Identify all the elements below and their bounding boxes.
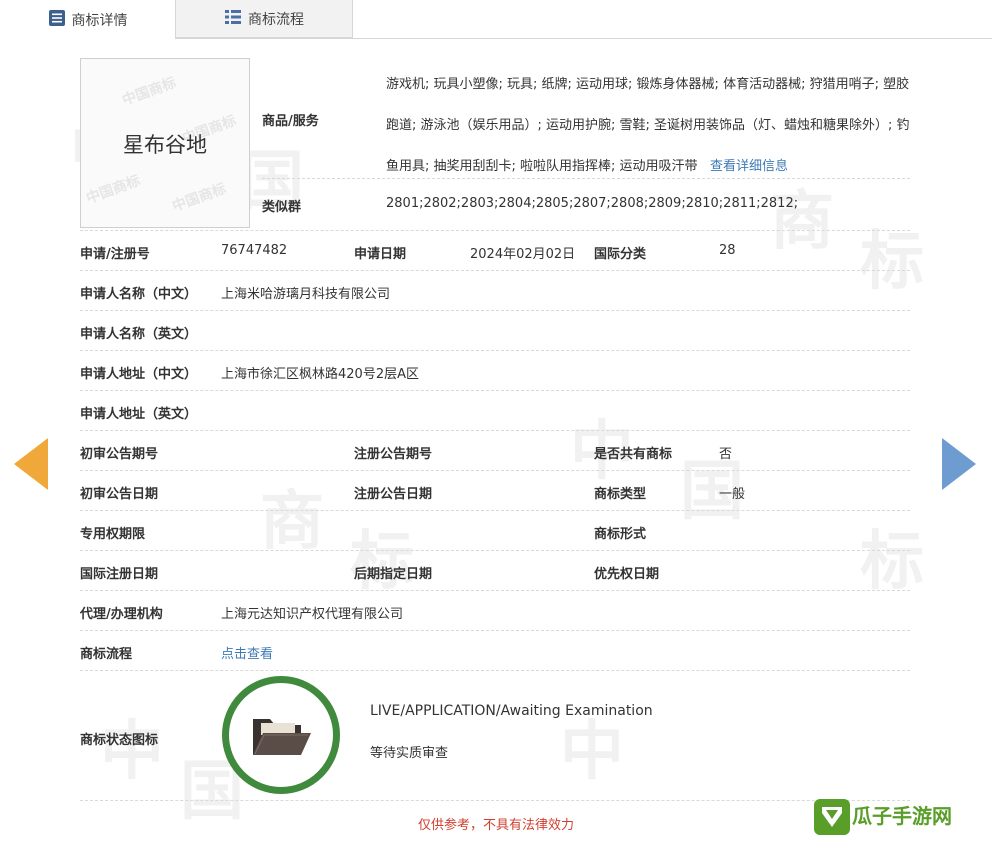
tab-bar: 商标详情 商标流程	[0, 0, 992, 39]
trademark-name: 星布谷地	[123, 133, 207, 157]
prelim-date-label: 初审公告日期	[80, 487, 159, 502]
list-icon	[48, 9, 66, 31]
agency-label: 代理/办理机构	[80, 607, 163, 622]
process-link[interactable]: 点击查看	[221, 643, 273, 662]
folder-icon	[251, 713, 313, 763]
divider	[80, 630, 910, 631]
tab-trademark-detail[interactable]: 商标详情	[0, 0, 176, 39]
prelim-no-label: 初审公告期号	[80, 447, 159, 462]
process-label: 商标流程	[80, 647, 133, 662]
reg-pub-date-label: 注册公告日期	[354, 487, 433, 502]
status-text-cn: 等待实质审查	[370, 746, 449, 761]
divider	[80, 470, 910, 471]
next-arrow-icon[interactable]	[942, 438, 976, 490]
divider	[80, 270, 910, 271]
tm-type-label: 商标类型	[594, 487, 647, 502]
image-watermark: 中国商标	[84, 172, 143, 208]
app-date-value: 2024年02月02日	[470, 247, 576, 262]
divider	[80, 590, 910, 591]
applicant-en-label: 申请人名称（英文）	[80, 327, 198, 342]
intl-reg-date-label: 国际注册日期	[80, 567, 159, 582]
reg-no-value: 76747482	[221, 243, 288, 258]
app-date-label: 申请日期	[354, 247, 407, 262]
intl-class-label: 国际分类	[594, 247, 647, 262]
tab-trademark-process[interactable]: 商标流程	[176, 0, 353, 38]
divider	[80, 390, 910, 391]
site-name: 瓜子手游网	[852, 803, 952, 828]
reg-no-label: 申请/注册号	[80, 247, 150, 262]
goods-services-value: 游戏机; 玩具小塑像; 玩具; 纸牌; 运动用球; 锻炼身体器械; 体育活动器械…	[386, 64, 910, 187]
image-watermark: 中国商标	[170, 180, 229, 216]
similar-group-label: 类似群	[262, 200, 302, 215]
address-cn-value: 上海市徐汇区枫林路420号2层A区	[221, 367, 419, 382]
goods-services-label: 商品/服务	[262, 114, 319, 129]
reg-pub-no-label: 注册公告期号	[354, 447, 433, 462]
shared-label: 是否共有商标	[594, 447, 673, 462]
tm-form-label: 商标形式	[594, 527, 647, 542]
background-watermark: 标	[350, 525, 414, 599]
intl-class-value: 28	[719, 243, 736, 258]
status-icon	[222, 676, 340, 794]
background-watermark: 标	[860, 525, 924, 599]
divider	[80, 430, 910, 431]
divider	[80, 550, 910, 551]
applicant-cn-value: 上海米哈游璃月科技有限公司	[221, 287, 391, 302]
exclusive-label: 专用权期限	[80, 527, 146, 542]
address-en-label: 申请人地址（英文）	[80, 407, 198, 422]
priority-date-label: 优先权日期	[594, 567, 660, 582]
divider	[80, 800, 910, 801]
divider	[80, 510, 910, 511]
grid-icon	[224, 9, 242, 29]
divider	[80, 670, 910, 671]
view-detail-link[interactable]: 查看详细信息	[710, 159, 788, 174]
melon-logo-icon	[812, 797, 850, 835]
agency-value: 上海元达知识产权代理有限公司	[221, 607, 404, 622]
shared-value: 否	[719, 447, 733, 462]
goods-services-text: 游戏机; 玩具小塑像; 玩具; 纸牌; 运动用球; 锻炼身体器械; 体育活动器械…	[386, 77, 910, 174]
status-icon-label: 商标状态图标	[80, 733, 159, 748]
status-text-en: LIVE/APPLICATION/Awaiting Examination	[370, 703, 653, 719]
address-cn-label: 申请人地址（中文）	[80, 367, 198, 382]
tm-type-value: 一般	[719, 487, 746, 502]
divider	[80, 350, 910, 351]
image-watermark: 中国商标	[120, 74, 179, 110]
background-watermark: 商	[260, 485, 324, 559]
divider	[80, 310, 910, 311]
background-watermark: 标	[860, 225, 924, 299]
trademark-image: 中国商标 中国商标 中国商标 中国商标 星布谷地	[80, 58, 250, 228]
tab-label: 商标流程	[248, 11, 304, 28]
tab-label: 商标详情	[71, 12, 128, 29]
site-logo: 瓜子手游网	[812, 792, 952, 836]
divider	[80, 230, 910, 231]
applicant-cn-label: 申请人名称（中文）	[80, 287, 198, 302]
previous-arrow-icon[interactable]	[14, 438, 48, 490]
similar-group-value: 2801;2802;2803;2804;2805;2807;2808;2809;…	[386, 196, 799, 211]
later-date-label: 后期指定日期	[354, 567, 433, 582]
